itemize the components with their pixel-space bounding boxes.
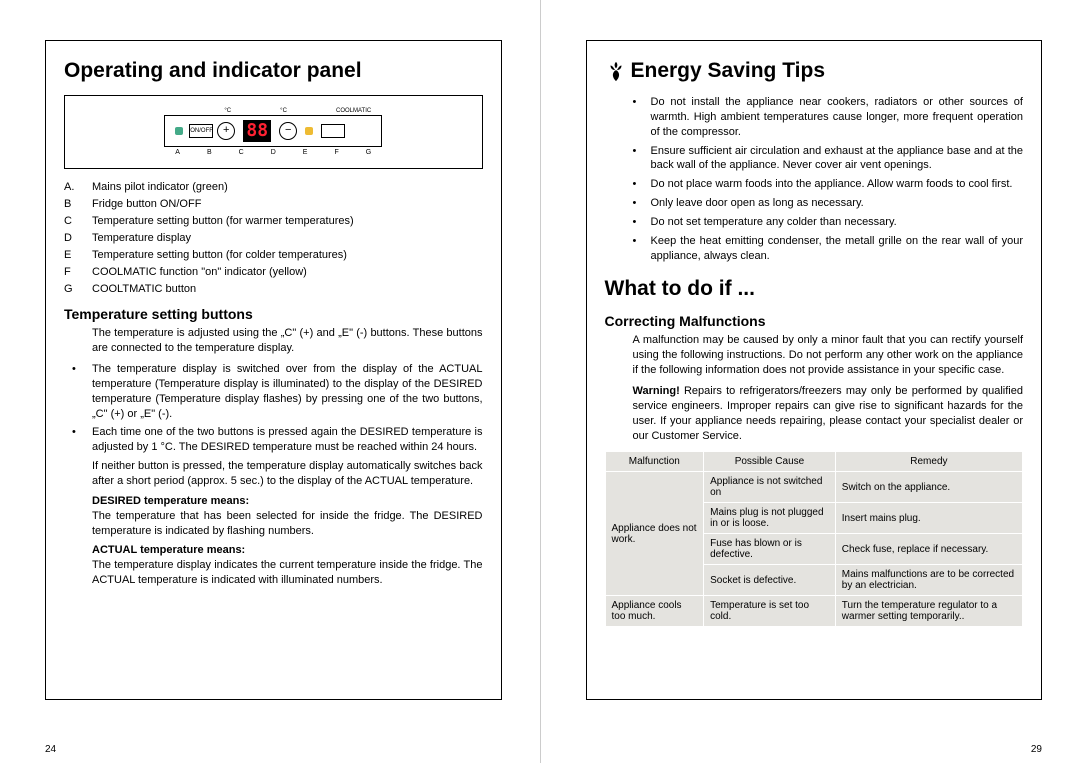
yellow-led-icon	[305, 127, 313, 135]
page-number: 29	[1031, 744, 1042, 755]
sub-label: DESIRED temperature means:	[92, 495, 483, 507]
temp-display: 88	[243, 120, 271, 142]
tip-text: Only leave door open as long as necessar…	[651, 196, 864, 211]
paragraph: A malfunction may be caused by only a mi…	[633, 333, 1024, 378]
col-header: Malfunction	[605, 452, 704, 472]
bullet-text: The temperature display is switched over…	[92, 362, 483, 421]
sub-label: ACTUAL temperature means:	[92, 544, 483, 556]
cell-cause: Fuse has blown or is defective.	[704, 534, 836, 565]
col-header: Possible Cause	[704, 452, 836, 472]
cell-cause: Mains plug is not plugged in or is loose…	[704, 503, 836, 534]
paragraph: The temperature display indicates the cu…	[92, 558, 483, 588]
cell-malfunction: Appliance cools too much.	[605, 596, 704, 627]
tip-text: Ensure sufficient air circulation and ex…	[651, 144, 1024, 174]
cell-remedy: Check fuse, replace if necessary.	[835, 534, 1022, 565]
col-header: Remedy	[835, 452, 1022, 472]
cell-cause: Temperature is set too cold.	[704, 596, 836, 627]
heading-energy: Energy Saving Tips	[605, 59, 1024, 83]
tip-text: Do not set temperature any colder than n…	[651, 215, 897, 230]
heading-operating: Operating and indicator panel	[64, 59, 483, 83]
paragraph: If neither button is pressed, the temper…	[92, 459, 483, 489]
flower-icon	[605, 60, 627, 82]
cell-remedy: Insert mains plug.	[835, 503, 1022, 534]
page-number: 24	[45, 744, 56, 755]
cell-remedy: Mains malfunctions are to be corrected b…	[835, 565, 1022, 596]
heading-temp-buttons: Temperature setting buttons	[64, 306, 483, 322]
page-left: Operating and indicator panel °C °C COOL…	[0, 0, 541, 763]
onoff-button: ON/OFF	[189, 124, 213, 138]
cell-malfunction: Appliance does not work.	[605, 472, 704, 596]
tips-list: Do not install the appliance near cooker…	[633, 95, 1024, 263]
panel-letter: A	[175, 149, 180, 156]
page-border: Operating and indicator panel °C °C COOL…	[45, 40, 502, 700]
green-led-icon	[175, 127, 183, 135]
cell-remedy: Turn the temperature regulator to a warm…	[835, 596, 1022, 627]
heading-correcting: Correcting Malfunctions	[605, 313, 1024, 329]
cell-remedy: Switch on the appliance.	[835, 472, 1022, 503]
panel-letter: G	[366, 149, 371, 156]
panel-letter: B	[207, 149, 212, 156]
tip-text: Do not place warm foods into the applian…	[651, 177, 1013, 192]
page-right: Energy Saving Tips Do not install the ap…	[541, 0, 1080, 763]
bullet-text: Each time one of the two buttons is pres…	[92, 425, 483, 455]
coolmatic-button	[321, 124, 345, 138]
panel-letter: F	[334, 149, 338, 156]
panel-letter: E	[303, 149, 308, 156]
plus-button: +	[217, 122, 235, 140]
cell-cause: Socket is defective.	[704, 565, 836, 596]
paragraph: The temperature is adjusted using the „C…	[92, 326, 483, 356]
heading-whattodo: What to do if ...	[605, 277, 1024, 301]
paragraph: The temperature that has been selected f…	[92, 509, 483, 539]
panel-label-coolmatic: COOLMATIC	[336, 108, 371, 114]
panel-letter: D	[271, 149, 276, 156]
minus-button: −	[279, 122, 297, 140]
panel-label-c2: °C	[280, 108, 287, 114]
malfunction-table: Malfunction Possible Cause Remedy Applia…	[605, 451, 1024, 627]
cell-cause: Appliance is not switched on	[704, 472, 836, 503]
panel-label-c1: °C	[224, 108, 231, 114]
legend-list: A.Mains pilot indicator (green) BFridge …	[64, 179, 483, 298]
panel-diagram: °C °C COOLMATIC ON/OFF + 88 − A B C D E …	[64, 95, 483, 169]
page-border: Energy Saving Tips Do not install the ap…	[586, 40, 1043, 700]
panel-letter: C	[239, 149, 244, 156]
warning-paragraph: Warning! Repairs to refrigerators/freeze…	[633, 384, 1024, 443]
tip-text: Keep the heat emitting condenser, the me…	[651, 234, 1024, 264]
tip-text: Do not install the appliance near cooker…	[651, 95, 1024, 140]
